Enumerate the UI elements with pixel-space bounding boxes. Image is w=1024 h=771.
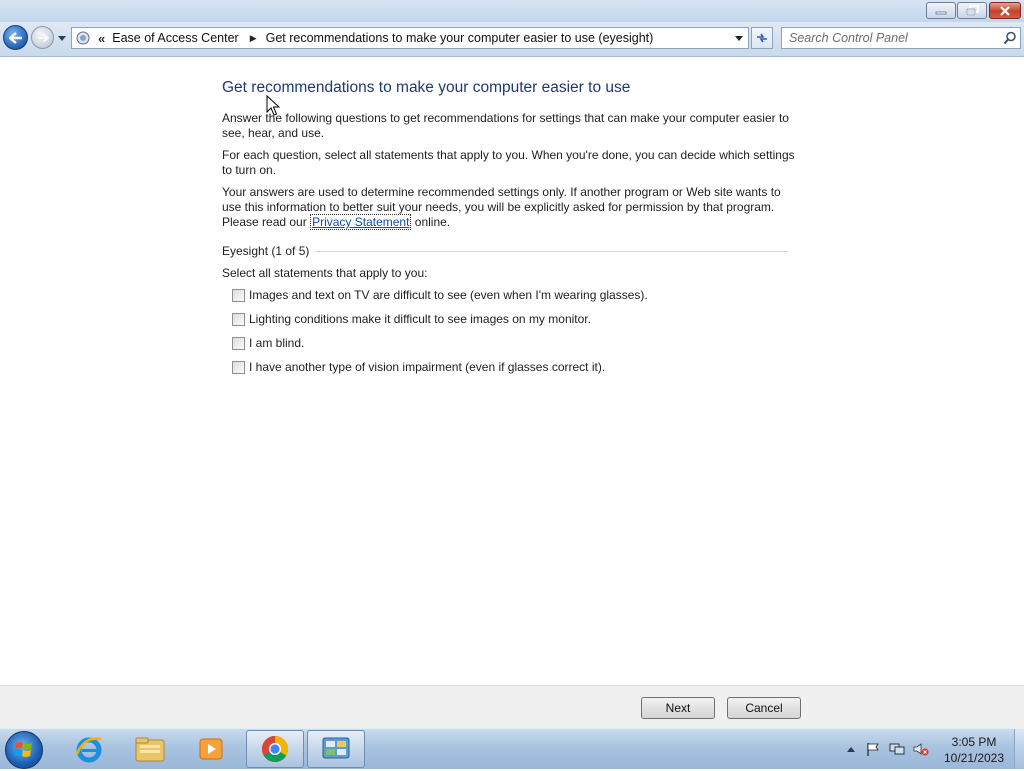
taskbar: 3:05 PM 10/21/2023 <box>0 728 1024 769</box>
breadcrumb-current-page[interactable]: Get recommendations to make your compute… <box>266 31 654 45</box>
minimize-icon <box>935 11 947 14</box>
windows-explorer-icon <box>135 737 165 762</box>
option-other-vision-impairment[interactable]: I have another type of vision impairment… <box>232 360 605 374</box>
breadcrumb-ease-of-access-center[interactable]: Ease of Access Center <box>112 31 238 45</box>
taskbar-media-player[interactable] <box>182 730 240 768</box>
taskbar-windows-explorer[interactable] <box>121 730 179 768</box>
breadcrumb-overflow-chevron[interactable]: « <box>98 31 105 46</box>
speaker-muted-icon <box>913 743 929 756</box>
option-lighting-conditions[interactable]: Lighting conditions make it difficult to… <box>232 312 591 326</box>
option-blind[interactable]: I am blind. <box>232 336 304 350</box>
show-desktop-button[interactable] <box>1014 729 1024 769</box>
restore-icon <box>965 5 979 16</box>
section-divider <box>315 250 788 252</box>
forward-button[interactable] <box>31 26 54 49</box>
dialog-footer: Next Cancel <box>0 685 1024 729</box>
option-checkbox[interactable] <box>232 288 245 302</box>
refresh-button[interactable] <box>751 27 773 49</box>
flag-icon <box>867 743 879 756</box>
back-button[interactable] <box>3 25 28 50</box>
address-dropdown[interactable] <box>734 33 744 43</box>
network-tray[interactable] <box>889 741 905 757</box>
option-label[interactable]: I have another type of vision impairment… <box>249 360 605 374</box>
close-icon <box>1000 5 1010 16</box>
start-button[interactable] <box>5 731 43 769</box>
control-panel-icon <box>322 737 350 759</box>
breadcrumb-separator-icon[interactable]: ▶ <box>250 33 257 44</box>
search-input[interactable] <box>782 28 997 48</box>
cancel-button[interactable]: Cancel <box>727 697 801 719</box>
title-bar <box>0 0 1024 22</box>
question-instruction: Select all statements that apply to you: <box>222 266 428 280</box>
windows-logo-icon <box>14 742 32 757</box>
minimize-button[interactable] <box>926 2 956 19</box>
chevron-down-icon <box>58 35 66 41</box>
option-checkbox[interactable] <box>232 312 245 326</box>
chrome-icon <box>261 735 289 763</box>
privacy-text-before: Your answers are used to determine recom… <box>222 185 781 229</box>
search-icon[interactable] <box>1003 31 1017 45</box>
close-button[interactable] <box>989 2 1021 19</box>
recent-pages-dropdown[interactable] <box>57 32 67 44</box>
volume-tray[interactable] <box>913 741 929 757</box>
option-label[interactable]: Lighting conditions make it difficult to… <box>249 312 591 326</box>
navigation-bar: « Ease of Access Center ▶ Get recommenda… <box>0 22 1024 57</box>
privacy-paragraph: Your answers are used to determine recom… <box>222 185 802 230</box>
action-center-tray[interactable] <box>865 741 881 757</box>
intro-paragraph: Answer the following questions to get re… <box>222 111 789 140</box>
option-label[interactable]: Images and text on TV are difficult to s… <box>249 288 648 302</box>
network-icon <box>889 743 905 755</box>
option-tv-difficult[interactable]: Images and text on TV are difficult to s… <box>232 288 648 302</box>
taskbar-internet-explorer[interactable] <box>60 730 118 768</box>
next-button[interactable]: Next <box>641 697 715 719</box>
taskbar-control-panel[interactable] <box>307 730 365 768</box>
privacy-statement-link[interactable]: Privacy Statement <box>310 214 412 230</box>
option-checkbox[interactable] <box>232 336 245 350</box>
chevron-down-icon <box>735 35 743 41</box>
section-heading-row: Eyesight (1 of 5) <box>222 244 788 258</box>
privacy-text-after: online. <box>411 215 451 229</box>
mouse-cursor-icon <box>266 95 280 116</box>
address-bar[interactable]: « Ease of Access Center ▶ Get recommenda… <box>71 27 749 49</box>
clock-time: 3:05 PM <box>951 735 997 749</box>
internet-explorer-icon <box>75 737 102 763</box>
forward-arrow-icon <box>37 32 49 43</box>
media-player-icon <box>199 738 223 760</box>
show-hidden-icons-button[interactable] <box>843 741 859 757</box>
page-title: Get recommendations to make your compute… <box>222 79 631 96</box>
search-box[interactable] <box>781 27 1021 49</box>
system-clock[interactable]: 3:05 PM 10/21/2023 <box>935 734 1013 766</box>
clock-date: 10/21/2023 <box>943 751 1005 765</box>
control-panel-icon <box>76 31 90 45</box>
option-label[interactable]: I am blind. <box>249 336 304 350</box>
instructions-paragraph: For each question, select all statements… <box>222 148 795 177</box>
option-checkbox[interactable] <box>232 360 245 374</box>
section-heading: Eyesight (1 of 5) <box>222 244 310 258</box>
refresh-icon <box>757 33 767 43</box>
main-content: Get recommendations to make your compute… <box>222 78 802 374</box>
taskbar-chrome[interactable] <box>246 730 304 768</box>
restore-button[interactable] <box>957 2 987 19</box>
back-arrow-icon <box>8 31 22 44</box>
chevron-up-icon <box>847 746 855 752</box>
